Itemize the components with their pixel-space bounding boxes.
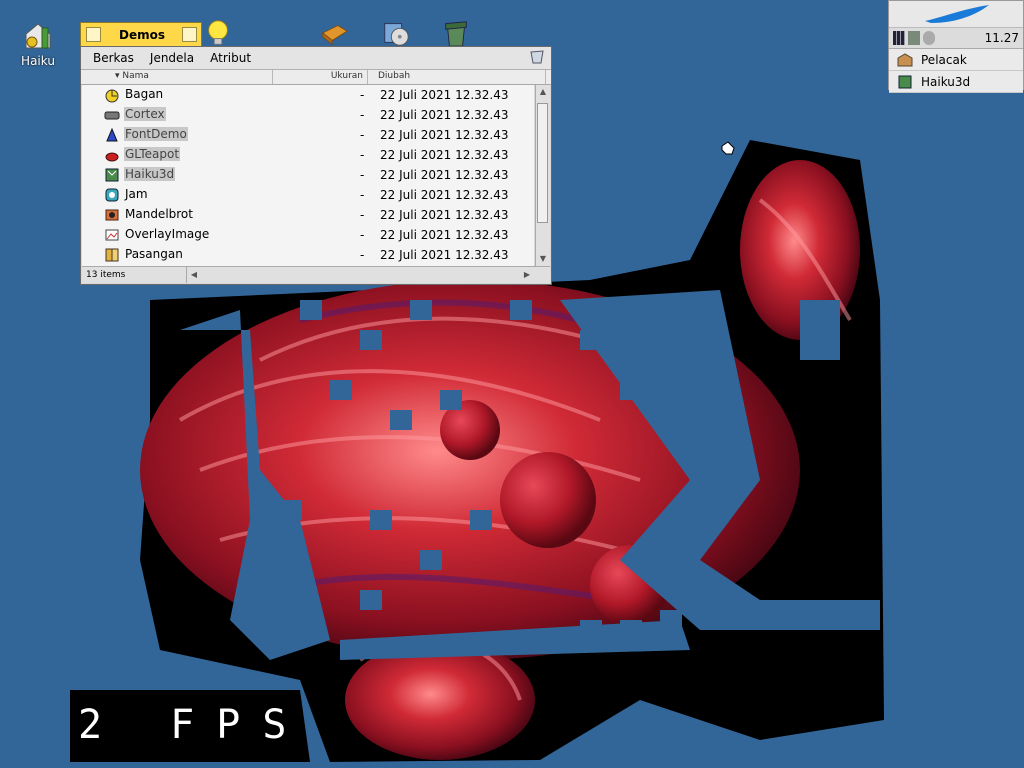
- menu-jendela[interactable]: Jendela: [150, 51, 194, 65]
- deskbar-item-haiku3d[interactable]: Haiku3d: [889, 71, 1023, 93]
- desktop-icon-haiku[interactable]: Haiku: [18, 20, 58, 68]
- scroll-down-icon[interactable]: ▼: [538, 254, 548, 264]
- haiku-leaf-icon: [925, 5, 989, 23]
- list-item[interactable]: Jam - 22 Juli 2021 12.32.43: [82, 185, 534, 205]
- hand-cursor-icon: [721, 141, 735, 155]
- status-bar: 13 items ◀ ▶: [82, 266, 550, 283]
- system-tray: 11.27: [889, 28, 1023, 49]
- list-item[interactable]: Mandelbrot - 22 Juli 2021 12.32.43: [82, 205, 534, 225]
- file-list: Bagan - 22 Juli 2021 12.32.43 Cortex - 2…: [82, 85, 534, 266]
- deskbar: 11.27 Pelacak Haiku3d: [888, 0, 1024, 93]
- window-frame: Berkas Jendela Atribut ▾ Nama Ukuran Diu…: [80, 46, 552, 285]
- haiku3d-app-icon: [105, 168, 119, 182]
- list-item[interactable]: OverlayImage - 22 Juli 2021 12.32.43: [82, 225, 534, 245]
- column-date[interactable]: Diubah: [368, 70, 546, 84]
- column-header: ▾ Nama Ukuran Diubah: [81, 70, 551, 85]
- mandelbrot-app-icon: [105, 209, 119, 221]
- sort-arrow-icon: ▾: [115, 71, 120, 81]
- cortex-app-icon: [104, 111, 120, 120]
- zoom-button[interactable]: [182, 27, 197, 42]
- fps-counter: 2 FPS: [78, 702, 309, 748]
- close-button[interactable]: [86, 27, 101, 42]
- clock-app-icon: [105, 188, 119, 202]
- column-size[interactable]: Ukuran: [273, 70, 368, 84]
- list-item[interactable]: FontDemo - 22 Juli 2021 12.32.43: [82, 125, 534, 145]
- scroll-right-icon[interactable]: ▶: [522, 270, 532, 280]
- haiku3d-icon: [898, 75, 912, 88]
- menu-bar: Berkas Jendela Atribut: [81, 47, 551, 70]
- item-count: 13 items: [82, 267, 187, 283]
- chart-app-icon: [105, 89, 119, 103]
- list-item[interactable]: Haiku3d - 22 Juli 2021 12.32.43: [82, 165, 534, 185]
- network-icon[interactable]: [908, 31, 920, 45]
- menu-trash-icon[interactable]: [529, 50, 545, 64]
- scroll-left-icon[interactable]: ◀: [189, 270, 199, 280]
- list-item[interactable]: GLTeapot - 22 Juli 2021 12.32.43: [82, 145, 534, 165]
- list-item[interactable]: Cortex - 22 Juli 2021 12.32.43: [82, 105, 534, 125]
- menu-atribut[interactable]: Atribut: [210, 51, 251, 65]
- deskbar-menu-button[interactable]: [889, 1, 1023, 28]
- home-icon: [25, 23, 51, 49]
- window-tab[interactable]: Demos: [80, 22, 202, 46]
- pairs-app-icon: [105, 248, 119, 262]
- column-name[interactable]: ▾ Nama: [81, 70, 273, 84]
- volume-icon[interactable]: [923, 31, 935, 45]
- demos-window[interactable]: Demos Berkas Jendela Atribut ▾ Nama Ukur…: [80, 22, 552, 285]
- cpu-monitor-icon[interactable]: [893, 31, 905, 45]
- desktop-icon-label: Haiku: [21, 54, 55, 68]
- window-title: Demos: [119, 27, 165, 42]
- tracker-icon: [897, 52, 913, 66]
- vertical-scrollbar[interactable]: ▲ ▼: [535, 85, 550, 266]
- clock[interactable]: 11.27: [985, 31, 1019, 45]
- horizontal-scrollbar[interactable]: ◀ ▶: [187, 267, 550, 283]
- deskbar-item-tracker[interactable]: Pelacak: [889, 49, 1023, 71]
- font-demo-icon: [106, 127, 118, 142]
- list-item[interactable]: Pasangan - 22 Juli 2021 12.32.43: [82, 245, 534, 265]
- list-item[interactable]: Bagan - 22 Juli 2021 12.32.43: [82, 85, 534, 105]
- menu-berkas[interactable]: Berkas: [93, 51, 134, 65]
- vertical-scroll-thumb[interactable]: [537, 103, 548, 223]
- teapot-icon: [105, 152, 119, 162]
- overlay-image-icon: [105, 229, 119, 241]
- scroll-up-icon[interactable]: ▲: [538, 87, 548, 97]
